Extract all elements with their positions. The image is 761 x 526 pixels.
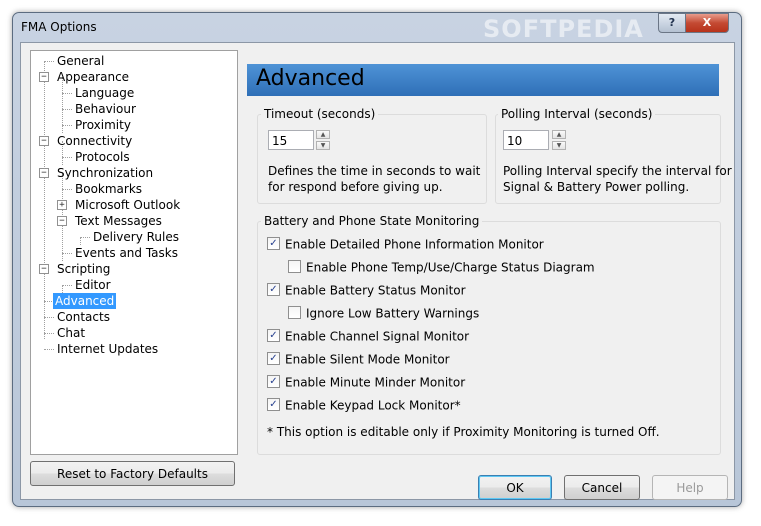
tree-item-microsoft-outlook[interactable]: Microsoft Outlook: [73, 197, 182, 213]
tree-connector: [62, 253, 72, 254]
tree-connector: [80, 237, 90, 238]
tree-item-text-messages[interactable]: Text Messages: [73, 213, 164, 229]
checkbox-label: Enable Detailed Phone Information Monito…: [285, 237, 544, 252]
checkbox-label: Enable Silent Mode Monitor: [285, 352, 450, 367]
channel-signal-checkbox[interactable]: ✓ Enable Channel Signal Monitor: [267, 328, 469, 344]
collapse-icon[interactable]: −: [39, 72, 49, 82]
ignore-low-battery-checkbox[interactable]: Ignore Low Battery Warnings: [288, 305, 479, 321]
tree-connector: [44, 333, 54, 334]
checkbox-checked-icon[interactable]: ✓: [267, 375, 280, 388]
tree-item-editor[interactable]: Editor: [73, 277, 113, 293]
tree-item-internet-updates[interactable]: Internet Updates: [55, 341, 160, 357]
watermark: SOFTPEDIA: [483, 15, 644, 43]
keypad-lock-checkbox[interactable]: ✓ Enable Keypad Lock Monitor*: [267, 397, 461, 413]
cancel-button[interactable]: Cancel: [564, 475, 640, 500]
tree-item-language[interactable]: Language: [73, 85, 136, 101]
options-window: FMA Options SOFTPEDIA ? X − − − + − − Ge…: [12, 12, 742, 507]
tree-connector: [44, 317, 54, 318]
tree-item-bookmarks[interactable]: Bookmarks: [73, 181, 144, 197]
close-button[interactable]: X: [685, 13, 729, 33]
timeout-desc-line: for respond before giving up.: [268, 180, 443, 194]
tree-item-general[interactable]: General: [55, 53, 106, 69]
battery-status-checkbox[interactable]: ✓ Enable Battery Status Monitor: [267, 282, 466, 298]
tree-connector: [62, 157, 72, 158]
tree-item-chat[interactable]: Chat: [55, 325, 87, 341]
checkbox-checked-icon[interactable]: ✓: [267, 283, 280, 296]
tree-item-synchronization[interactable]: Synchronization: [55, 165, 155, 181]
reset-to-defaults-button[interactable]: Reset to Factory Defaults: [30, 461, 235, 486]
spin-up-icon[interactable]: ▲: [552, 130, 566, 139]
polling-description: Polling Interval specify the interval fo…: [503, 163, 732, 195]
collapse-icon[interactable]: −: [39, 136, 49, 146]
tree-item-scripting[interactable]: Scripting: [55, 261, 112, 277]
tree-item-delivery-rules[interactable]: Delivery Rules: [91, 229, 181, 245]
checkbox-label: Enable Minute Minder Monitor: [285, 375, 466, 390]
checkbox-label: Enable Keypad Lock Monitor*: [285, 398, 461, 413]
tree-item-protocols[interactable]: Protocols: [73, 149, 132, 165]
tree-connector: [62, 93, 72, 94]
dialog-client: − − − + − − General Appearance Language …: [20, 42, 735, 500]
detailed-phone-info-checkbox[interactable]: ✓ Enable Detailed Phone Information Monit…: [267, 236, 544, 252]
timeout-spinner[interactable]: ▲ ▼: [316, 130, 330, 150]
collapse-icon[interactable]: −: [39, 168, 49, 178]
help-button[interactable]: Help: [652, 475, 728, 500]
tree-connector: [62, 109, 72, 110]
checkbox-unchecked-icon[interactable]: [288, 260, 301, 273]
options-tree[interactable]: − − − + − − General Appearance Language …: [30, 50, 238, 455]
timeout-desc-line: Defines the time in seconds to wait: [268, 164, 481, 178]
collapse-icon[interactable]: −: [57, 216, 67, 226]
ok-button[interactable]: OK: [478, 475, 552, 500]
tree-connector: [62, 285, 72, 286]
checkbox-label: Ignore Low Battery Warnings: [306, 306, 480, 321]
tree-item-advanced[interactable]: Advanced: [53, 293, 117, 309]
title-bar[interactable]: FMA Options SOFTPEDIA ? X: [13, 13, 741, 43]
timeout-description: Defines the time in seconds to wait for …: [268, 163, 480, 195]
checkbox-label: Enable Channel Signal Monitor: [285, 329, 470, 344]
tree-item-appearance[interactable]: Appearance: [55, 69, 131, 85]
tree-item-behaviour[interactable]: Behaviour: [73, 101, 138, 117]
spin-up-icon[interactable]: ▲: [316, 130, 330, 139]
checkbox-checked-icon[interactable]: ✓: [267, 329, 280, 342]
polling-label: Polling Interval (seconds): [498, 107, 656, 121]
panel-header: Advanced: [247, 64, 719, 96]
spin-down-icon[interactable]: ▼: [552, 141, 566, 150]
panel-title: Advanced: [256, 66, 365, 91]
window-title: FMA Options: [21, 20, 97, 34]
tree-item-events-and-tasks[interactable]: Events and Tasks: [73, 245, 180, 261]
checkbox-label: Enable Battery Status Monitor: [285, 283, 466, 298]
tree-connector: [62, 189, 72, 190]
tree-connector: [44, 61, 45, 339]
minute-minder-checkbox[interactable]: ✓ Enable Minute Minder Monitor: [267, 374, 465, 390]
checkbox-label: Enable Phone Temp/Use/Charge Status Diag…: [306, 260, 595, 275]
checkbox-unchecked-icon[interactable]: [288, 306, 301, 319]
tree-item-contacts[interactable]: Contacts: [55, 309, 112, 325]
timeout-input[interactable]: 15: [268, 130, 314, 150]
timeout-label: Timeout (seconds): [261, 107, 379, 121]
checkbox-checked-icon[interactable]: ✓: [267, 352, 280, 365]
tree-connector: [62, 285, 63, 293]
collapse-icon[interactable]: −: [39, 264, 49, 274]
silent-mode-checkbox[interactable]: ✓ Enable Silent Mode Monitor: [267, 351, 450, 367]
expand-icon[interactable]: +: [57, 200, 67, 210]
tree-item-connectivity[interactable]: Connectivity: [55, 133, 134, 149]
checkbox-checked-icon[interactable]: ✓: [267, 237, 280, 250]
spin-down-icon[interactable]: ▼: [316, 141, 330, 150]
help-titlebar-button[interactable]: ?: [658, 13, 686, 33]
polling-desc-line: Polling Interval specify the interval fo…: [503, 164, 732, 178]
tree-connector: [44, 349, 54, 350]
tree-connector: [44, 61, 54, 62]
monitoring-label: Battery and Phone State Monitoring: [261, 214, 483, 228]
tree-connector: [80, 237, 81, 245]
phone-temp-diagram-checkbox[interactable]: Enable Phone Temp/Use/Charge Status Diag…: [288, 259, 595, 275]
proximity-note: * This option is editable only if Proxim…: [267, 425, 660, 439]
tree-connector: [62, 125, 72, 126]
polling-desc-line: Signal & Battery Power polling.: [503, 180, 690, 194]
polling-input[interactable]: 10: [503, 130, 549, 150]
tree-item-proximity[interactable]: Proximity: [73, 117, 133, 133]
checkbox-checked-icon[interactable]: ✓: [267, 398, 280, 411]
polling-spinner[interactable]: ▲ ▼: [552, 130, 566, 150]
